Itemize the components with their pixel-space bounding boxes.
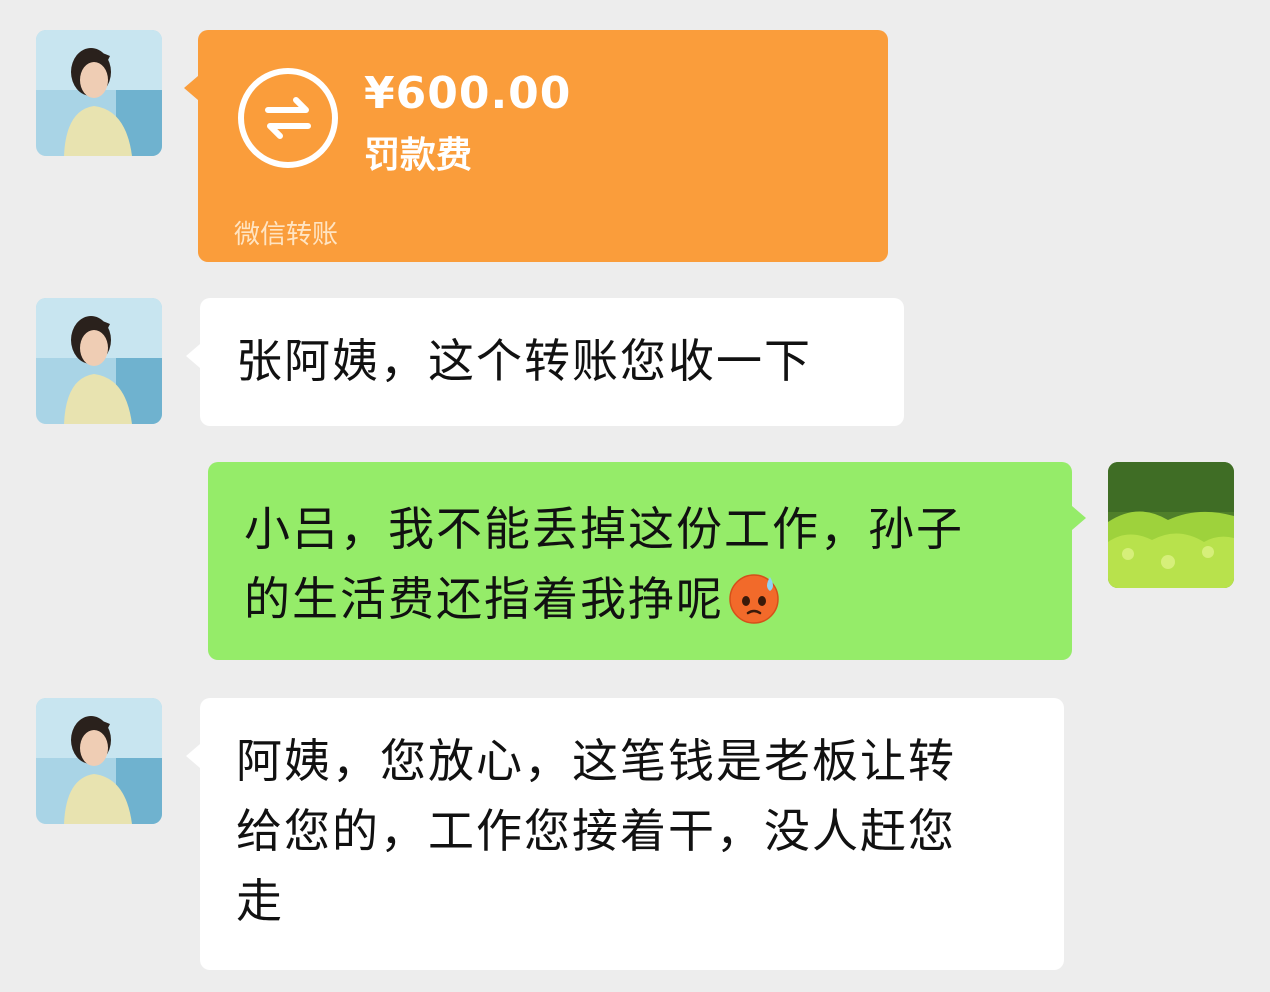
message-text-line: 小吕，我不能丢掉这份工作，孙子 [244, 502, 964, 556]
transfer-arrows-icon [238, 68, 338, 168]
avatar-photo [1108, 462, 1234, 588]
message-bubble[interactable]: 阿姨，您放心，这笔钱是老板让转 给您的，工作您接着干，没人赶您 走 [186, 698, 1064, 970]
transfer-memo: 罚款费 [364, 135, 473, 176]
message-text-line: 的生活费还指着我挣呢 [244, 564, 1036, 634]
contact-avatar[interactable] [36, 298, 162, 424]
message-bubble-outgoing[interactable]: 小吕，我不能丢掉这份工作，孙子 的生活费还指着我挣呢 [208, 462, 1086, 660]
avatar-photo [36, 698, 162, 824]
message-text-line: 给您的，工作您接着干，没人赶您 [236, 804, 956, 858]
contact-avatar[interactable] [36, 698, 162, 824]
message-text: 张阿姨，这个转账您收一下 [236, 334, 812, 388]
message-bubble[interactable]: 张阿姨，这个转账您收一下 [186, 298, 904, 426]
transfer-amount: ¥600.00 [364, 68, 572, 119]
anxious-sweat-emoji-icon [729, 574, 779, 624]
message-text-line: 走 [236, 874, 284, 928]
transfer-card[interactable]: ¥600.00 罚款费 微信转账 [184, 30, 888, 262]
my-avatar[interactable] [1108, 462, 1234, 588]
message-text-line: 阿姨，您放心，这笔钱是老板让转 [236, 734, 956, 788]
message-text-line-content: 的生活费还指着我挣呢 [244, 572, 724, 626]
avatar-photo [36, 298, 162, 424]
avatar-photo [36, 30, 162, 156]
transfer-footer-label: 微信转账 [234, 220, 339, 250]
contact-avatar[interactable] [36, 30, 162, 156]
